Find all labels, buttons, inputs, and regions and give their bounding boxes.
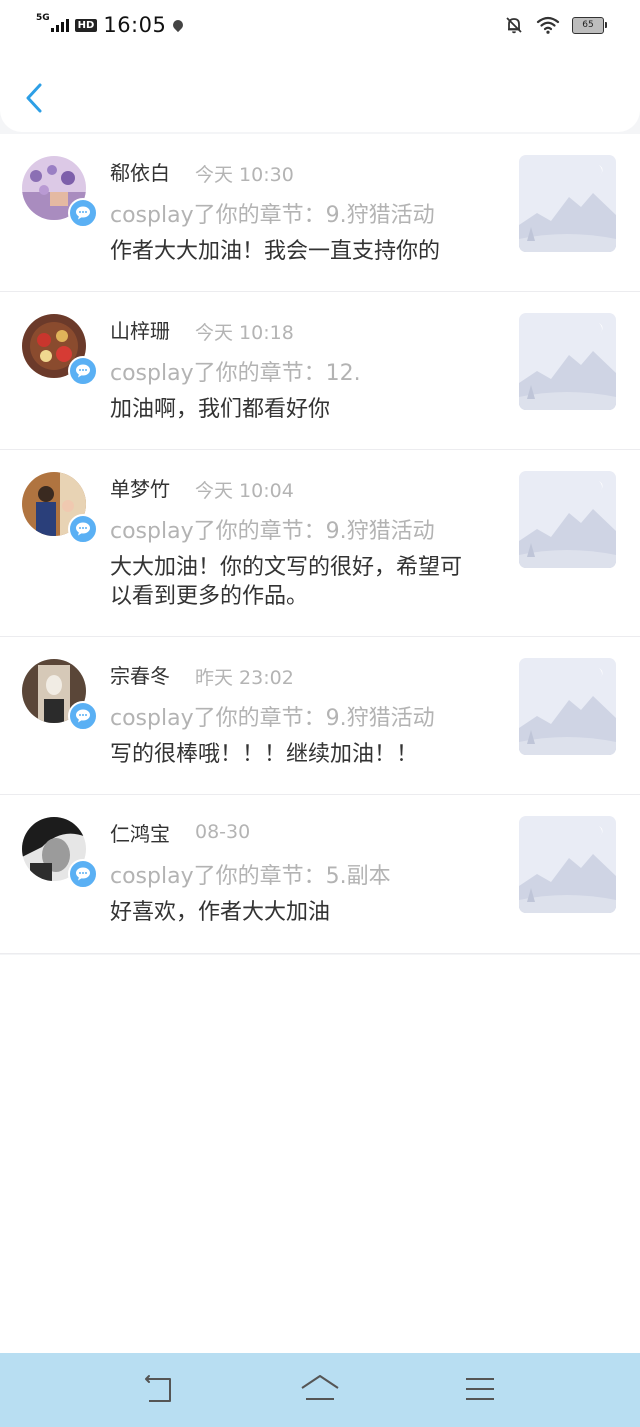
comment-text: 写的很棒哦！！！继续加油！！: [110, 742, 419, 767]
chat-bubble-icon: [76, 709, 90, 723]
chapter-reference: cosplay了你的章节：9.狩猎活动: [110, 519, 435, 544]
timestamp: 今天 10:30: [195, 164, 294, 186]
username[interactable]: 仁鸿宝: [110, 818, 170, 847]
chapter-reference: cosplay了你的章节：12.: [110, 361, 361, 386]
empty-area: [0, 955, 640, 1353]
avatar[interactable]: [22, 817, 98, 891]
list-item[interactable]: 郗依白 今天 10:30 cosplay了你的章节：9.狩猎活动 作者大大加油！…: [0, 134, 640, 292]
comment-text: 加油啊，我们都看好你: [110, 397, 331, 422]
network-type: 5G: [36, 13, 50, 23]
list-item[interactable]: 宗春冬 昨天 23:02 cosplay了你的章节：9.狩猎活动 写的很棒哦！！…: [0, 637, 640, 795]
comment-badge: [68, 701, 98, 731]
nav-home-button[interactable]: [300, 1370, 340, 1410]
username[interactable]: 郗依白: [110, 157, 170, 186]
mute-bell-icon: [506, 17, 522, 34]
nav-back-button[interactable]: [140, 1370, 180, 1410]
comment-text: 好喜欢，作者大大加油: [110, 900, 331, 925]
system-nav-bar: [0, 1353, 640, 1427]
comment-badge: [68, 198, 98, 228]
chapter-thumbnail[interactable]: [519, 471, 616, 568]
chat-bubble-icon: [76, 867, 90, 881]
back-arrow-icon: [145, 1375, 171, 1402]
back-button[interactable]: [20, 78, 50, 118]
chevron-left-icon: [26, 83, 42, 113]
nav-menu-button[interactable]: [460, 1370, 500, 1410]
list-item[interactable]: 单梦竹 今天 10:04 cosplay了你的章节：9.狩猎活动 大大加油！你的…: [0, 450, 640, 637]
timestamp: 08-30: [195, 821, 251, 843]
app-header: 5G HD 16:05 65: [0, 0, 640, 132]
notification-list: 郗依白 今天 10:30 cosplay了你的章节：9.狩猎活动 作者大大加油！…: [0, 134, 640, 954]
avatar[interactable]: [22, 314, 98, 388]
comment-badge: [68, 859, 98, 889]
timestamp: 昨天 23:02: [195, 667, 294, 689]
timestamp: 今天 10:18: [195, 322, 294, 344]
menu-icon: [466, 1378, 494, 1400]
status-bar: 5G HD 16:05 65: [0, 0, 640, 50]
status-right: 65: [504, 12, 607, 38]
chapter-thumbnail[interactable]: [519, 155, 616, 252]
home-icon: [301, 1375, 339, 1400]
comment-badge: [68, 356, 98, 386]
username[interactable]: 山梓珊: [110, 315, 170, 344]
clock: 16:05: [103, 13, 167, 37]
comment-text: 大大加油！你的文写的很好，希望可以看到更多的作品。: [110, 555, 463, 609]
chat-bubble-icon: [76, 206, 90, 220]
avatar[interactable]: [22, 659, 98, 733]
username[interactable]: 宗春冬: [110, 660, 170, 689]
list-item[interactable]: 山梓珊 今天 10:18 cosplay了你的章节：12. 加油啊，我们都看好你: [0, 292, 640, 450]
chapter-thumbnail[interactable]: [519, 658, 616, 755]
avatar[interactable]: [22, 472, 98, 546]
wifi-icon: [536, 16, 560, 34]
timestamp: 今天 10:04: [195, 480, 294, 502]
chapter-thumbnail[interactable]: [519, 816, 616, 913]
chapter-reference: cosplay了你的章节：9.狩猎活动: [110, 203, 435, 228]
avatar[interactable]: [22, 156, 98, 230]
list-item[interactable]: 仁鸿宝 08-30 cosplay了你的章节：5.副本 好喜欢，作者大大加油: [0, 795, 640, 954]
chapter-reference: cosplay了你的章节：5.副本: [110, 864, 391, 889]
signal-icon: [50, 18, 69, 32]
chapter-reference: cosplay了你的章节：9.狩猎活动: [110, 706, 435, 731]
chat-bubble-icon: [76, 364, 90, 378]
status-left: 5G HD 16:05: [36, 10, 186, 40]
location-icon: [171, 17, 186, 33]
comment-badge: [68, 514, 98, 544]
hd-badge: HD: [74, 18, 98, 32]
battery-icon: 65: [572, 16, 607, 34]
comment-text: 作者大大加油！我会一直支持你的: [110, 239, 441, 264]
chat-bubble-icon: [76, 522, 90, 536]
username[interactable]: 单梦竹: [110, 473, 170, 502]
battery-level: 65: [582, 20, 594, 30]
chapter-thumbnail[interactable]: [519, 313, 616, 410]
